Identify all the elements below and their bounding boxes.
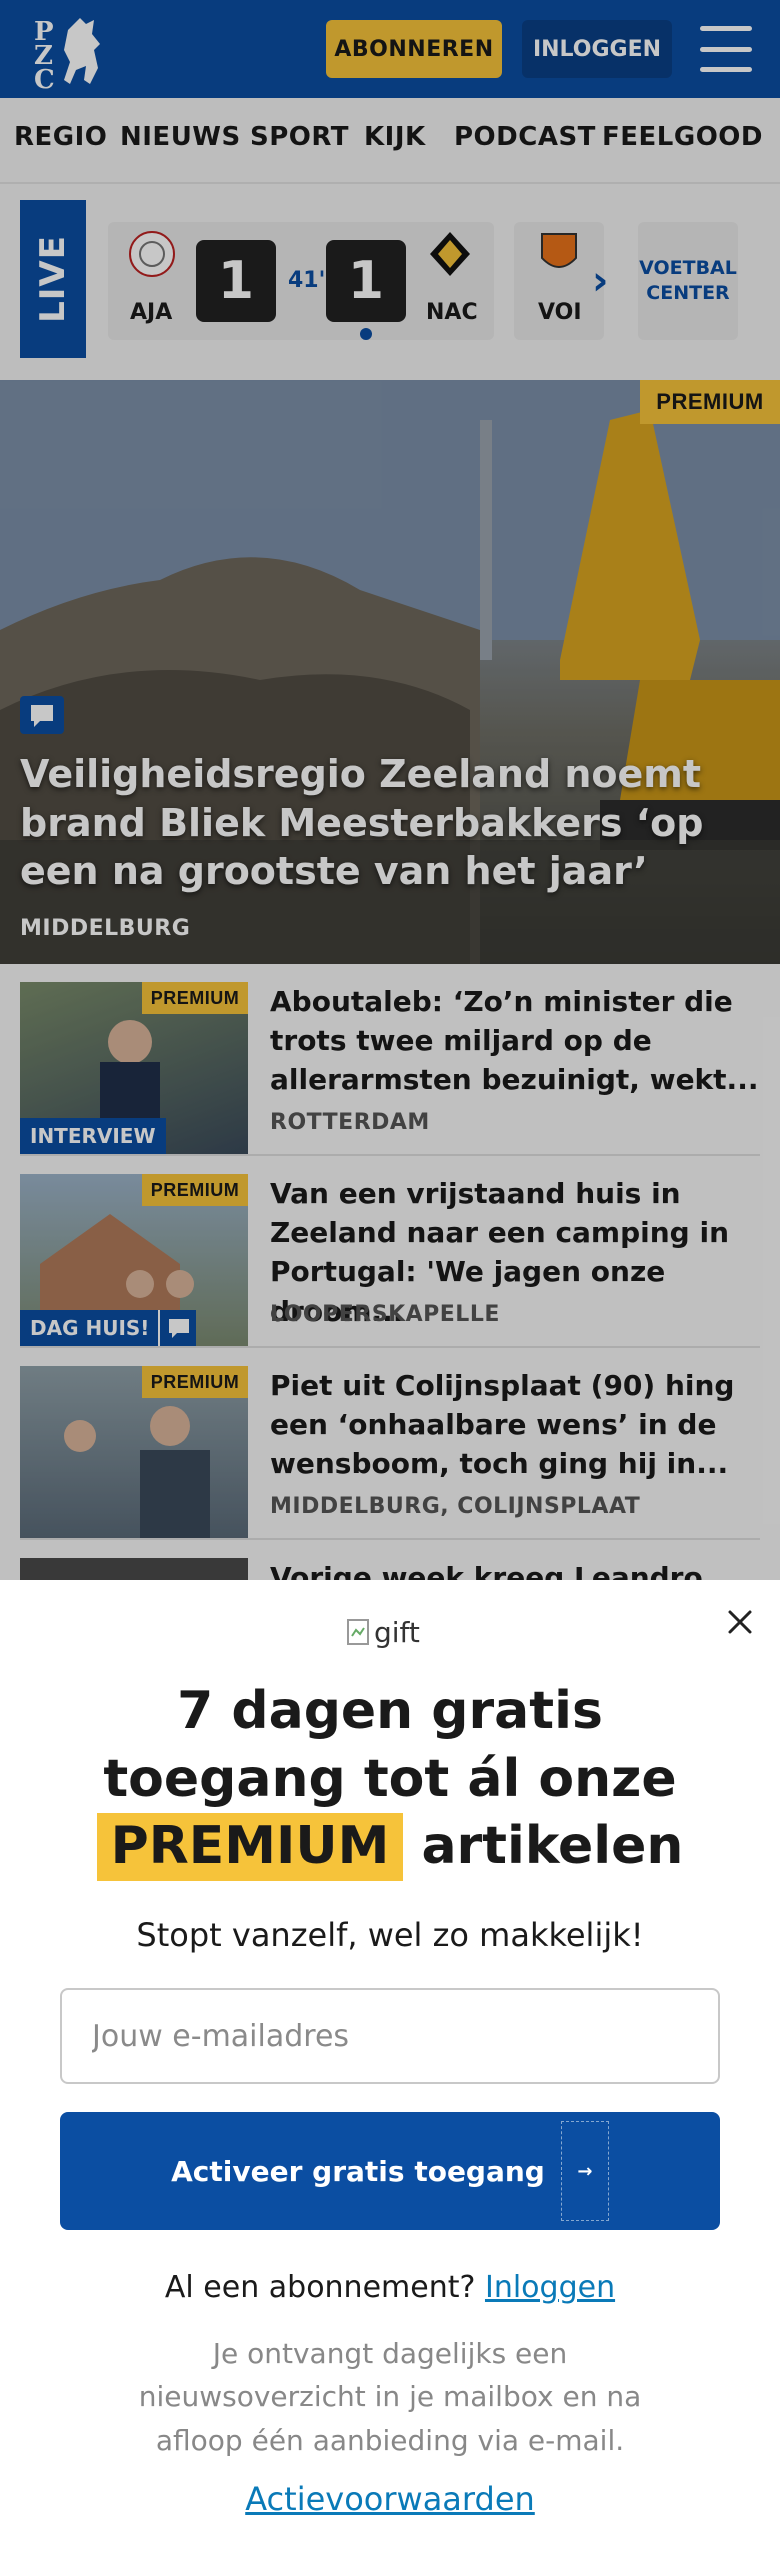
activate-button[interactable]: Activeer gratis toegang → [60, 2112, 720, 2230]
close-icon[interactable] [720, 1602, 760, 1642]
modal-heading: 7 dagen gratis toegang tot ál onze PREMI… [40, 1678, 740, 1881]
login-link[interactable]: Inloggen [485, 2270, 615, 2305]
premium-pill: PREMIUM [96, 1813, 404, 1881]
modal-subtitle: Stopt vanzelf, wel zo makkelijk! [136, 1916, 644, 1954]
modal-backdrop[interactable] [0, 0, 780, 1580]
info-text: Je ontvangt dagelijks een nieuwsoverzich… [138, 2337, 642, 2457]
email-input[interactable] [60, 1988, 720, 2084]
terms-link[interactable]: Actievoorwaarden [40, 2480, 740, 2518]
existing-subscription-text: Al een abonnement? Inloggen [164, 2270, 616, 2305]
gift-icon: gift [346, 1612, 436, 1652]
premium-trial-modal: gift 7 dagen gratis toegang tot ál onze … [0, 1580, 780, 2560]
arrow-right-icon: → [560, 2121, 609, 2221]
